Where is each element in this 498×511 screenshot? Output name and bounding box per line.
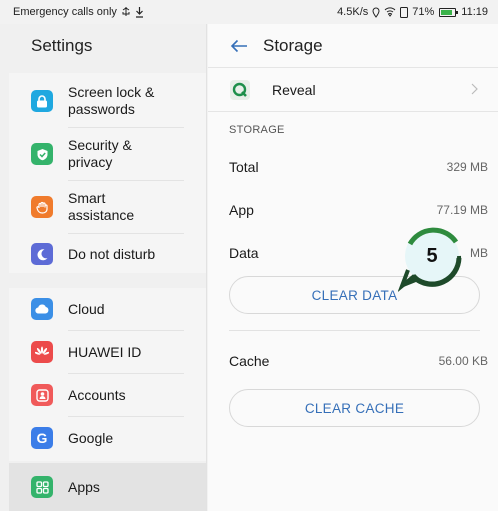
settings-title: Settings <box>31 36 93 55</box>
sidebar-item-apps[interactable]: Apps <box>9 463 206 511</box>
app-info-row[interactable]: Reveal <box>208 68 498 112</box>
sidebar-item-label: Smart assistance <box>68 190 135 223</box>
battery-percent: 71% <box>412 6 435 18</box>
moon-icon <box>31 243 53 265</box>
sidebar-item-label: HUAWEI ID <box>68 343 142 360</box>
sidebar-item-security[interactable]: Security & privacy <box>9 128 206 180</box>
sidebar-item-label: Cloud <box>68 300 105 317</box>
sidebar-item-label: Screen lock & passwords <box>68 84 155 117</box>
app-size-label: App <box>229 201 254 218</box>
reveal-app-icon <box>230 79 250 100</box>
chevron-right-icon <box>471 82 478 98</box>
sim-icon <box>400 6 409 18</box>
sidebar-item-do-not-disturb[interactable]: Do not disturb <box>9 234 206 274</box>
settings-group-2: Cloud HUAWEI ID Accounts G Google <box>9 288 206 468</box>
apps-icon <box>31 476 53 498</box>
usb-icon <box>121 6 131 18</box>
status-text: Emergency calls only <box>13 6 117 18</box>
page-title: Storage <box>263 35 323 55</box>
sidebar-item-google[interactable]: G Google <box>9 417 206 459</box>
cache-row: Cache 56.00 KB <box>208 339 498 382</box>
data-label: Data <box>229 244 259 261</box>
sidebar-item-label: Google <box>68 429 114 446</box>
location-icon <box>372 7 380 18</box>
account-icon <box>31 384 53 406</box>
section-label: STORAGE <box>229 124 285 136</box>
shield-check-icon <box>31 143 53 165</box>
total-row: Total 329 MB <box>208 145 498 188</box>
data-value: MB <box>470 245 488 260</box>
wifi-icon <box>384 7 396 17</box>
cache-value: 56.00 KB <box>438 353 488 368</box>
cache-label: Cache <box>229 352 270 369</box>
step-badge: 5 <box>397 222 468 293</box>
sidebar-item-label: Accounts <box>68 386 126 403</box>
divider <box>229 330 480 331</box>
settings-group-1: Screen lock & passwords Security & priva… <box>9 73 206 273</box>
settings-group-3: Apps <box>9 461 206 511</box>
hand-icon <box>31 196 53 218</box>
sidebar-item-huawei-id[interactable]: HUAWEI ID <box>9 331 206 373</box>
huawei-icon <box>31 341 53 363</box>
download-icon <box>135 6 144 18</box>
settings-pane: Settings Screen lock & passwords Securit… <box>0 24 207 511</box>
clock: 11:19 <box>461 6 488 18</box>
cloud-icon <box>31 298 53 320</box>
sidebar-item-cloud[interactable]: Cloud <box>9 288 206 330</box>
sidebar-item-screen-lock[interactable]: Screen lock & passwords <box>9 73 206 127</box>
sidebar-item-accounts[interactable]: Accounts <box>9 374 206 416</box>
total-value: 329 MB <box>446 159 488 174</box>
sidebar-item-label: Do not disturb <box>68 245 156 262</box>
sidebar-item-label: Apps <box>68 478 100 495</box>
sidebar-item-label: Security & privacy <box>68 137 132 170</box>
status-bar: Emergency calls only 4.5K/s 71% 11:19 <box>0 0 498 24</box>
sidebar-item-smart-assistance[interactable]: Smart assistance <box>9 181 206 233</box>
clear-cache-button[interactable]: CLEAR CACHE <box>229 389 480 427</box>
app-size-value: 77.19 MB <box>436 202 488 217</box>
app-name: Reveal <box>272 81 316 98</box>
back-arrow-icon[interactable] <box>230 37 248 55</box>
network-speed: 4.5K/s <box>337 6 369 18</box>
google-icon: G <box>31 427 53 449</box>
step-number: 5 <box>426 244 438 267</box>
battery-icon <box>439 7 459 17</box>
total-label: Total <box>229 158 259 175</box>
storage-header: Storage <box>208 24 498 68</box>
lock-icon <box>31 90 53 112</box>
